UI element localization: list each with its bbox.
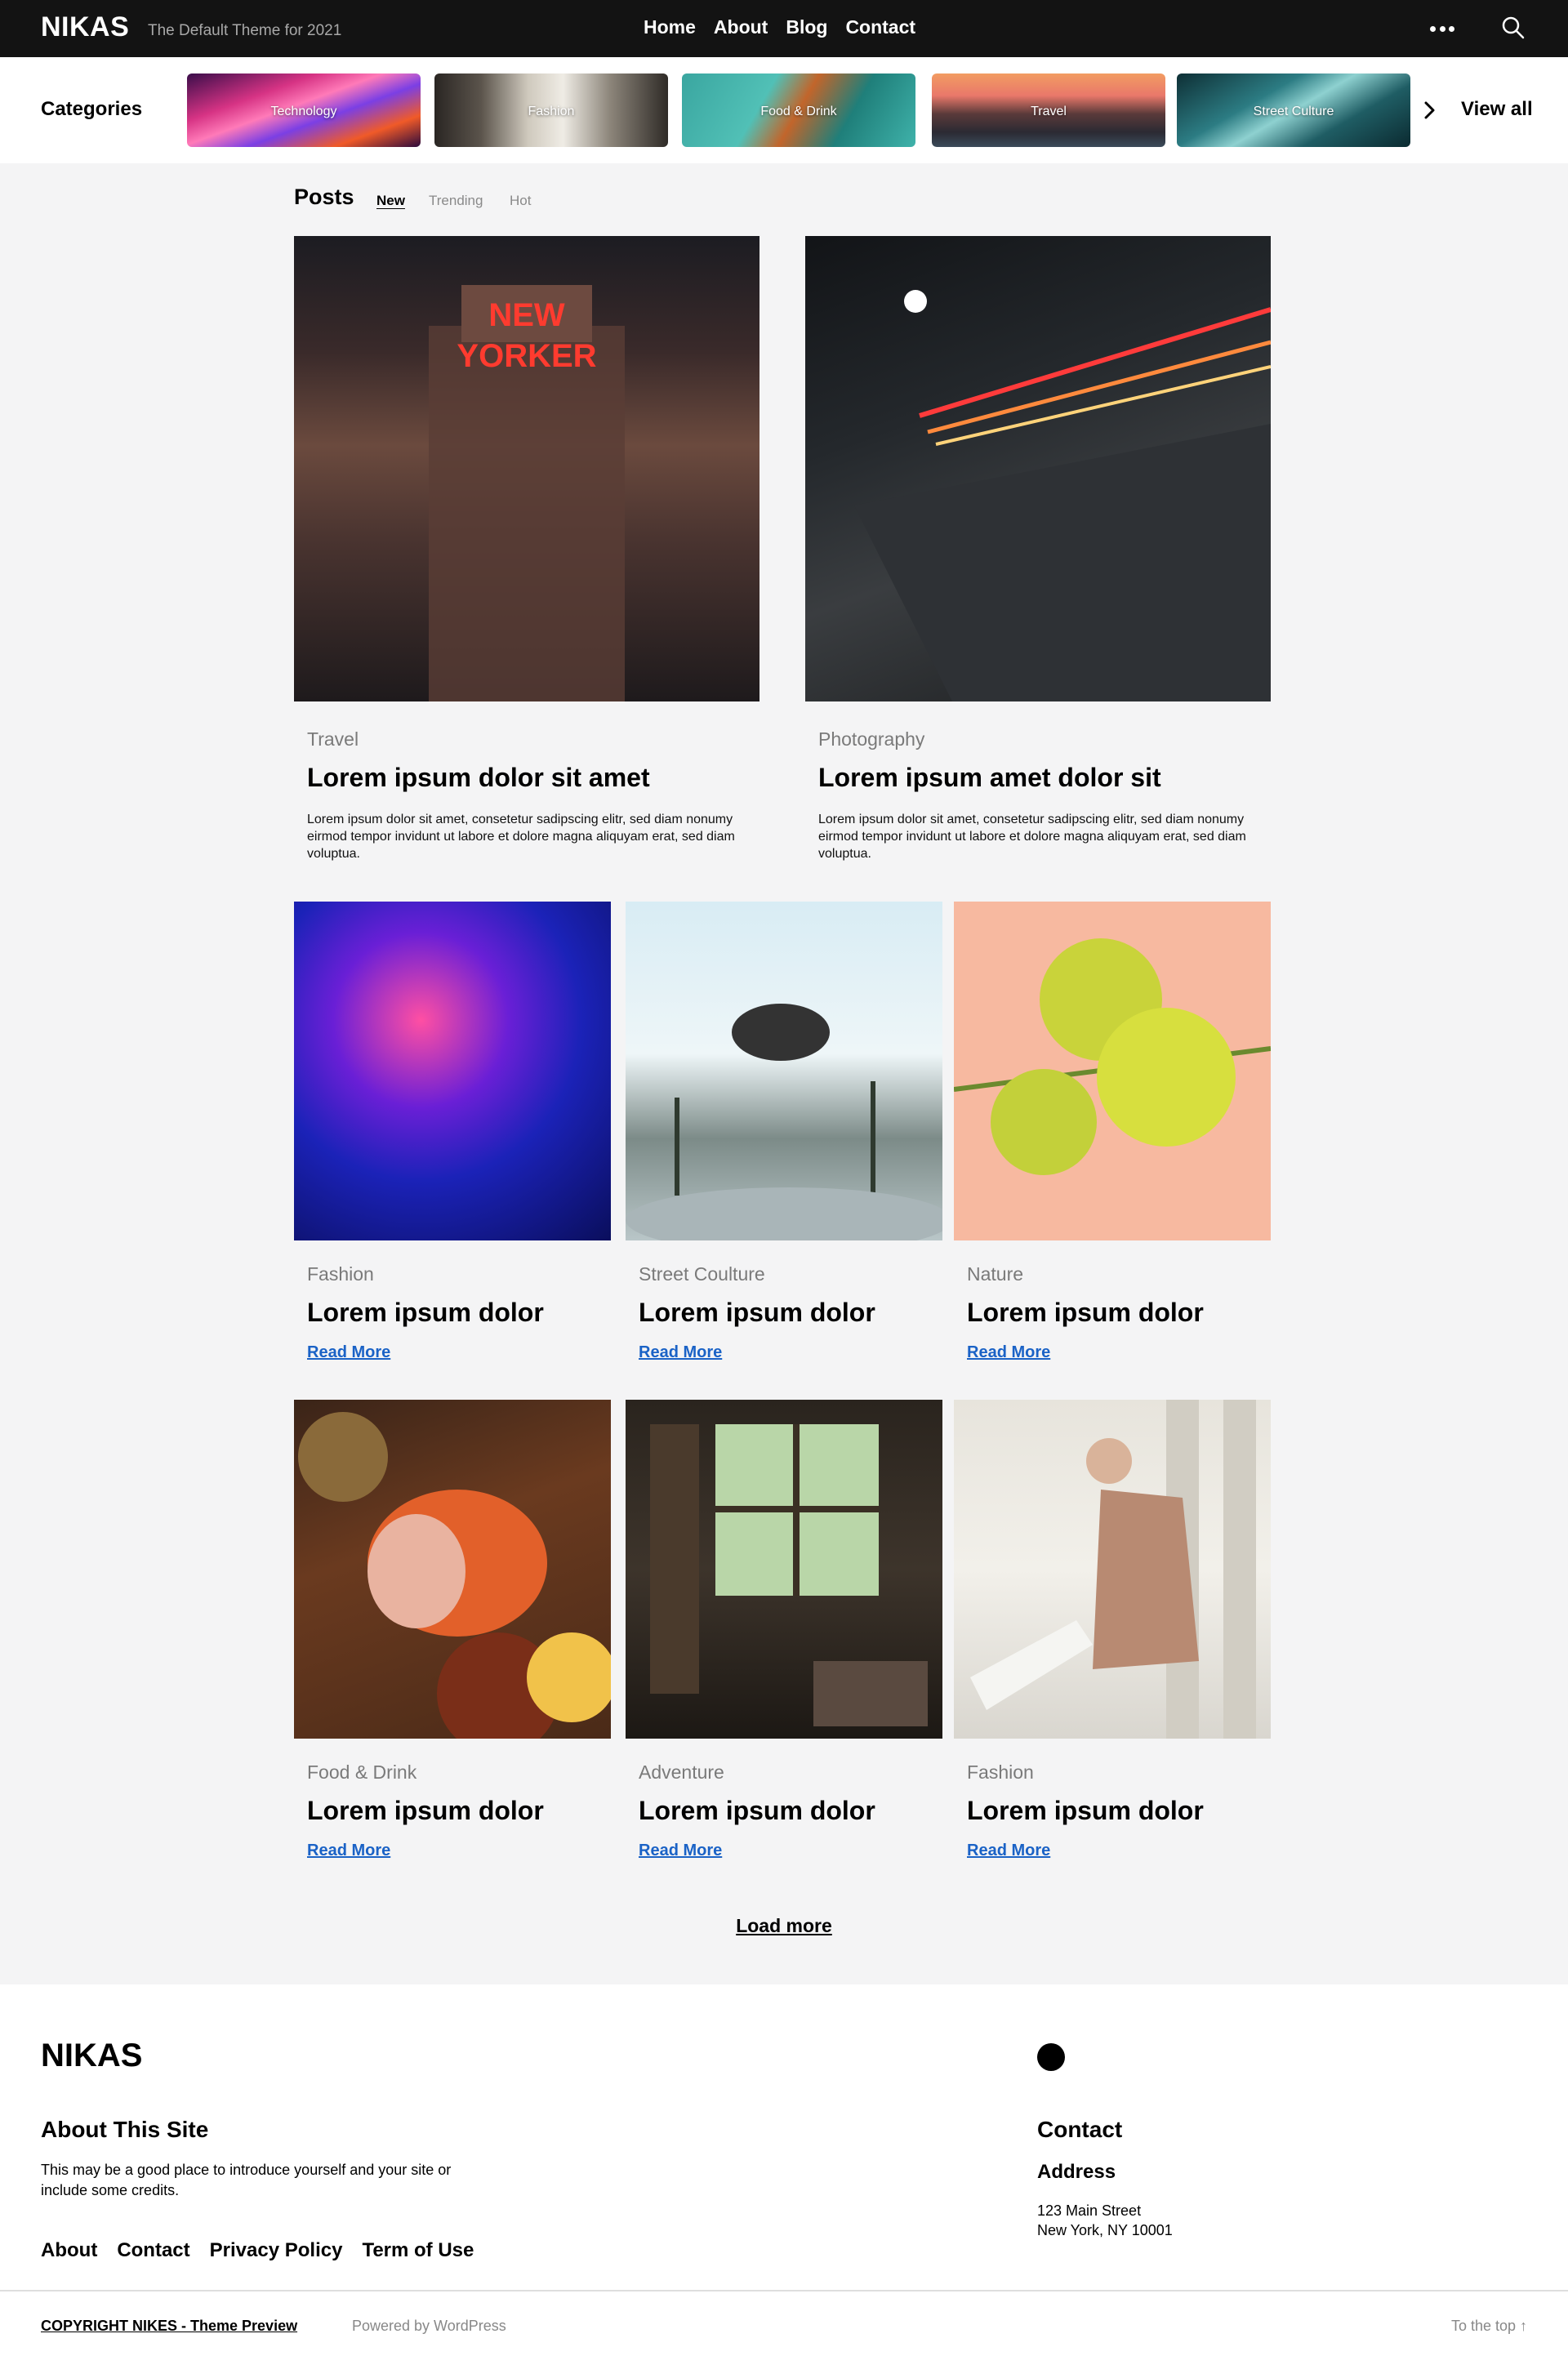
nav-home[interactable]: Home	[644, 16, 696, 38]
categories-title: Categories	[41, 98, 143, 120]
post-title[interactable]: Lorem ipsum dolor	[307, 1298, 544, 1328]
post-title[interactable]: Lorem ipsum dolor	[307, 1796, 544, 1826]
footer-divider	[0, 2290, 1568, 2291]
tab-new[interactable]: New	[376, 193, 405, 209]
category-card-food-drink[interactable]: Food & Drink	[682, 73, 915, 147]
footer-address-heading: Address	[1037, 2161, 1116, 2183]
copyright-link[interactable]: COPYRIGHT NIKES - Theme Preview	[41, 2318, 297, 2335]
footer-link-about[interactable]: About	[41, 2239, 97, 2262]
read-more-link[interactable]: Read More	[967, 1842, 1050, 1860]
svg-text:NEW: NEW	[488, 297, 565, 333]
view-all-link[interactable]: View all	[1461, 98, 1533, 121]
post-title[interactable]: Lorem ipsum dolor	[967, 1796, 1204, 1826]
category-card-fashion[interactable]: Fashion	[434, 73, 668, 147]
to-top-link[interactable]: To the top ↑	[1451, 2318, 1527, 2335]
footer-contact-heading: Contact	[1037, 2117, 1123, 2142]
categories-bar: Categories Technology Fashion Food & Dri…	[0, 57, 1568, 163]
nav-about[interactable]: About	[714, 16, 768, 38]
post-image[interactable]	[954, 902, 1271, 1240]
address-line: New York, NY 10001	[1037, 2222, 1173, 2238]
post-category: Street Coulture	[639, 1263, 765, 1285]
footer-about-heading: About This Site	[41, 2117, 209, 2142]
nav-contact[interactable]: Contact	[845, 16, 915, 38]
posts-title: Posts	[294, 185, 354, 209]
footer-link-terms[interactable]: Term of Use	[362, 2239, 474, 2262]
load-more-container: Load more	[0, 1915, 1568, 1937]
post-image[interactable]	[294, 1400, 611, 1739]
post-image[interactable]	[626, 902, 942, 1240]
site-logo[interactable]: NIKAS	[41, 11, 129, 43]
circle-icon	[1037, 2043, 1065, 2071]
post-category: Travel	[307, 728, 359, 750]
footer-link-privacy-policy[interactable]: Privacy Policy	[210, 2239, 343, 2262]
category-label: Fashion	[528, 104, 575, 118]
footer-link-contact[interactable]: Contact	[117, 2239, 189, 2262]
post-image[interactable]: NEW YORKER	[294, 236, 760, 701]
post-excerpt: Lorem ipsum dolor sit amet, consetetur s…	[818, 813, 1246, 861]
post-image[interactable]	[294, 902, 611, 1240]
site-footer: NIKAS About This Site This may be a good…	[0, 1984, 1568, 2356]
read-more-link[interactable]: Read More	[967, 1343, 1050, 1362]
tab-trending[interactable]: Trending	[429, 193, 483, 209]
footer-nav: About Contact Privacy Policy Term of Use	[41, 2239, 474, 2262]
site-tagline: The Default Theme for 2021	[148, 22, 342, 39]
category-card-technology[interactable]: Technology	[187, 73, 421, 147]
post-title[interactable]: Lorem ipsum dolor	[639, 1796, 875, 1826]
site-header: NIKAS The Default Theme for 2021 Home Ab…	[0, 0, 1568, 57]
read-more-link[interactable]: Read More	[639, 1343, 722, 1362]
post-image[interactable]	[954, 1400, 1271, 1739]
post-category: Food & Drink	[307, 1761, 417, 1783]
search-icon[interactable]	[1501, 16, 1526, 40]
post-excerpt: Lorem ipsum dolor sit amet, consetetur s…	[307, 813, 735, 861]
category-card-street-culture[interactable]: Street Culture	[1177, 73, 1410, 147]
category-label: Technology	[270, 104, 337, 118]
post-title[interactable]: Lorem ipsum dolor	[639, 1298, 875, 1328]
post-image[interactable]	[805, 236, 1271, 701]
post-category: Adventure	[639, 1761, 724, 1783]
category-card-travel[interactable]: Travel	[932, 73, 1165, 147]
read-more-link[interactable]: Read More	[307, 1343, 390, 1362]
post-category: Fashion	[307, 1263, 374, 1285]
category-label: Food & Drink	[760, 104, 837, 118]
svg-text:YORKER: YORKER	[457, 338, 596, 374]
post-category: Fashion	[967, 1761, 1034, 1783]
footer-logo[interactable]: NIKAS	[41, 2038, 142, 2074]
read-more-link[interactable]: Read More	[639, 1842, 722, 1860]
tab-hot[interactable]: Hot	[510, 193, 531, 209]
address-line: 123 Main Street	[1037, 2202, 1142, 2219]
nav-blog[interactable]: Blog	[786, 16, 827, 38]
ellipsis-icon[interactable]	[1430, 18, 1454, 39]
load-more-button[interactable]: Load more	[736, 1915, 832, 1936]
footer-about-text: This may be a good place to introduce yo…	[41, 2162, 452, 2198]
category-label: Travel	[1031, 104, 1067, 118]
chevron-right-icon[interactable]	[1421, 98, 1439, 122]
post-category: Nature	[967, 1263, 1024, 1285]
main-nav: Home About Blog Contact	[644, 16, 915, 38]
post-category: Photography	[818, 728, 925, 750]
powered-by-link[interactable]: Powered by WordPress	[352, 2318, 506, 2335]
post-image[interactable]	[626, 1400, 942, 1739]
footer-address: 123 Main Street New York, NY 10001	[1037, 2201, 1173, 2240]
post-title[interactable]: Lorem ipsum amet dolor sit	[818, 763, 1161, 793]
read-more-link[interactable]: Read More	[307, 1842, 390, 1860]
category-label: Street Culture	[1253, 104, 1334, 118]
post-title[interactable]: Lorem ipsum dolor sit amet	[307, 763, 650, 793]
post-title[interactable]: Lorem ipsum dolor	[967, 1298, 1204, 1328]
